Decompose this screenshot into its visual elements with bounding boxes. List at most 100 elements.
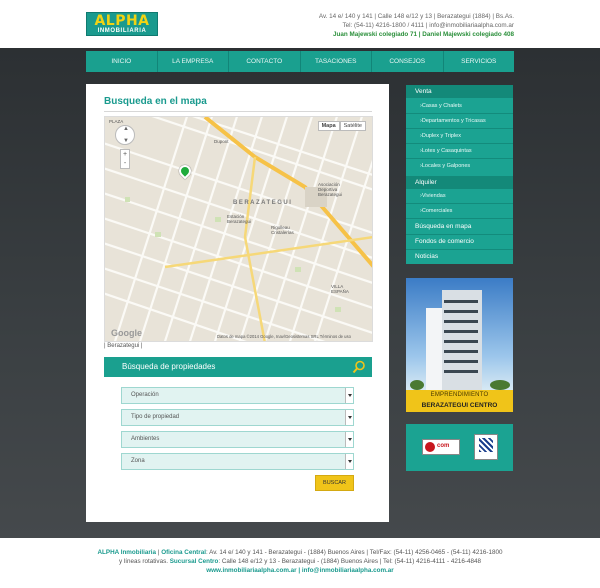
tipo-propiedad-value: Tipo de propiedad bbox=[131, 414, 180, 420]
header-contact-info: Av. 14 e/ 140 y 141 | Calle 148 e/12 y 1… bbox=[319, 12, 514, 39]
partner-logos: com bbox=[406, 424, 513, 471]
buscar-button[interactable]: BUSCAR bbox=[315, 475, 354, 491]
sidebar-menu: Venta Casas y Chalets Departamentos y Tr… bbox=[406, 85, 513, 264]
map-label-estacion: Estación Berazategui bbox=[227, 214, 252, 224]
partner-logo-b[interactable] bbox=[474, 434, 498, 460]
search-title: Búsqueda de propiedades bbox=[122, 362, 216, 371]
sidebar-item-departamentos[interactable]: Departamentos y Tricasas bbox=[406, 118, 513, 124]
promo-title: BERAZATEGUI CENTRO bbox=[406, 400, 513, 412]
sidebar-venta-heading[interactable]: Venta bbox=[406, 85, 513, 98]
sidebar-alquiler-heading[interactable]: Alquiler bbox=[406, 176, 513, 189]
nav-tasaciones[interactable]: TASACIONES bbox=[301, 51, 372, 72]
nav-servicios[interactable]: SERVICIOS bbox=[444, 51, 515, 72]
sidebar-divider bbox=[406, 218, 513, 219]
header-address: Av. 14 e/ 140 y 141 | Calle 148 e/12 y 1… bbox=[318, 13, 514, 20]
building-window bbox=[444, 370, 478, 373]
footer-brand: ALPHA Inmobiliaria bbox=[97, 549, 157, 556]
map-type-satellite-button[interactable]: Satélite bbox=[339, 121, 366, 131]
footer-links[interactable]: www.inmobiliariaalpha.com.ar | info@inmo… bbox=[0, 566, 600, 575]
map-type-map-button[interactable]: Mapa bbox=[317, 121, 340, 131]
map-label-villa-espana: VILLA ESPAÑA bbox=[331, 284, 349, 294]
building-window bbox=[444, 330, 478, 333]
building-window bbox=[444, 360, 478, 363]
zona-select[interactable]: Zona bbox=[121, 453, 354, 470]
map-pan-control[interactable]: ▲ ▼ bbox=[115, 125, 135, 145]
chevron-down-icon bbox=[345, 432, 353, 447]
nav-contacto[interactable]: CONTACTO bbox=[229, 51, 301, 72]
promo-caption: EMPRENDIMIENTO bbox=[406, 390, 513, 400]
main-content: Busqueda en el mapa ▲ ▼ + - Mapa Satélit… bbox=[86, 84, 389, 522]
map-label-rigolleau: Rigolleau Cristalerías bbox=[271, 225, 294, 235]
sidebar-item-fondos[interactable]: Fondos de comercio bbox=[406, 238, 513, 245]
partner-logo-b-mark bbox=[479, 438, 493, 452]
building-window bbox=[444, 300, 478, 303]
nav-la-empresa[interactable]: LA EMPRESA bbox=[158, 51, 229, 72]
sidebar-divider bbox=[406, 143, 513, 144]
page-title: Busqueda en el mapa bbox=[104, 96, 207, 107]
tree bbox=[490, 380, 510, 390]
sidebar-divider bbox=[406, 113, 513, 114]
sidebar-item-comerciales[interactable]: Comerciales bbox=[406, 208, 513, 214]
nav-inicio[interactable]: INICIO bbox=[86, 51, 158, 72]
sidebar-item-busqueda-mapa[interactable]: Búsqueda en mapa bbox=[406, 223, 513, 230]
map-label-plaza: PLAZA bbox=[109, 119, 124, 124]
google-logo: Google bbox=[111, 328, 142, 338]
sidebar-item-casas[interactable]: Casas y Chalets bbox=[406, 103, 513, 109]
main-nav: INICIO LA EMPRESA CONTACTO TASACIONES CO… bbox=[86, 51, 514, 72]
sidebar-item-noticias[interactable]: Noticias bbox=[406, 253, 513, 260]
zona-value: Zona bbox=[131, 458, 145, 464]
search-icon[interactable] bbox=[352, 360, 366, 374]
nav-consejos[interactable]: CONSEJOS bbox=[372, 51, 444, 72]
chevron-down-icon bbox=[345, 410, 353, 425]
sidebar-divider bbox=[406, 203, 513, 204]
site-header: ALPHA INMOBILIARIA Av. 14 e/ 140 y 141 |… bbox=[0, 0, 600, 48]
building-window bbox=[444, 320, 478, 323]
footer-sucursal-text: Calle 148 e/12 y 13 - Berazategui - (188… bbox=[221, 558, 482, 565]
map-caption: | Berazategui | bbox=[104, 343, 143, 349]
partner-logo-a[interactable]: com bbox=[422, 439, 460, 455]
footer-central-label: Oficina Central bbox=[161, 549, 206, 556]
search-header: Búsqueda de propiedades bbox=[104, 357, 372, 377]
logo-sub-text: INMOBILIARIA bbox=[97, 28, 147, 34]
sidebar-item-duplex[interactable]: Duplex y Triplex bbox=[406, 133, 513, 139]
building-window bbox=[444, 340, 478, 343]
sidebar-item-locales[interactable]: Locales y Galpones bbox=[406, 163, 513, 169]
map-credit: Datos de mapa ©2014 Google, Inav/Geosist… bbox=[217, 334, 351, 339]
tree bbox=[410, 380, 424, 390]
sidebar-item-viviendas[interactable]: Viviendas bbox=[406, 193, 513, 199]
map-view[interactable]: ▲ ▼ + - Mapa Satélite Dupont BERAZATEGUI E… bbox=[104, 116, 373, 342]
alpha-logo[interactable]: ALPHA INMOBILIARIA bbox=[86, 12, 158, 36]
building-window bbox=[444, 310, 478, 313]
header-contact: Tel: (54-11) 4216-1800 / 4111 | info@inm… bbox=[342, 22, 515, 29]
site-footer: ALPHA Inmobiliaria | Oficina Central: Av… bbox=[0, 538, 600, 588]
footer-line-1: ALPHA Inmobiliaria | Oficina Central: Av… bbox=[97, 549, 503, 556]
map-zoom-control[interactable]: + - bbox=[120, 149, 130, 169]
footer-sucursal-label: Sucursal Centro bbox=[169, 558, 219, 565]
building-window bbox=[444, 350, 478, 353]
sidebar-divider bbox=[406, 234, 513, 235]
chevron-down-icon bbox=[345, 388, 353, 403]
ambientes-value: Ambientes bbox=[131, 436, 160, 442]
sidebar-divider bbox=[406, 158, 513, 159]
sidebar-item-lotes[interactable]: Lotes y Casaquintas bbox=[406, 148, 513, 154]
map-label-city: BERAZATEGUI bbox=[233, 200, 293, 206]
operacion-select[interactable]: Operación bbox=[121, 387, 354, 404]
chevron-down-icon bbox=[345, 454, 353, 469]
partner-logo-circle bbox=[425, 442, 435, 452]
footer-central-text: Av. 14 e/ 140 y 141 - Berazategui - (188… bbox=[209, 549, 503, 556]
zoom-in-icon[interactable]: + bbox=[123, 151, 127, 158]
logo-main-text: ALPHA bbox=[94, 13, 150, 29]
map-type-control: Mapa Satélite bbox=[317, 121, 366, 131]
ambientes-select[interactable]: Ambientes bbox=[121, 431, 354, 448]
partner-logo-a-text: com bbox=[437, 443, 450, 449]
tipo-propiedad-select[interactable]: Tipo de propiedad bbox=[121, 409, 354, 426]
zoom-out-icon[interactable]: - bbox=[124, 160, 126, 167]
promo-banner[interactable]: EMPRENDIMIENTO BERAZATEGUI CENTRO bbox=[406, 278, 513, 412]
operacion-value: Operación bbox=[131, 392, 159, 398]
map-label-asociacion: Asociación Deportiva Berazategui bbox=[318, 182, 343, 197]
map-streets bbox=[105, 117, 372, 341]
sidebar-divider bbox=[406, 249, 513, 250]
map-label-dupont: Dupont bbox=[214, 139, 229, 144]
footer-line-2: y líneas rotativas. Sucursal Centro: Cal… bbox=[118, 558, 482, 565]
footer-rotativas: y líneas rotativas. bbox=[118, 558, 168, 565]
